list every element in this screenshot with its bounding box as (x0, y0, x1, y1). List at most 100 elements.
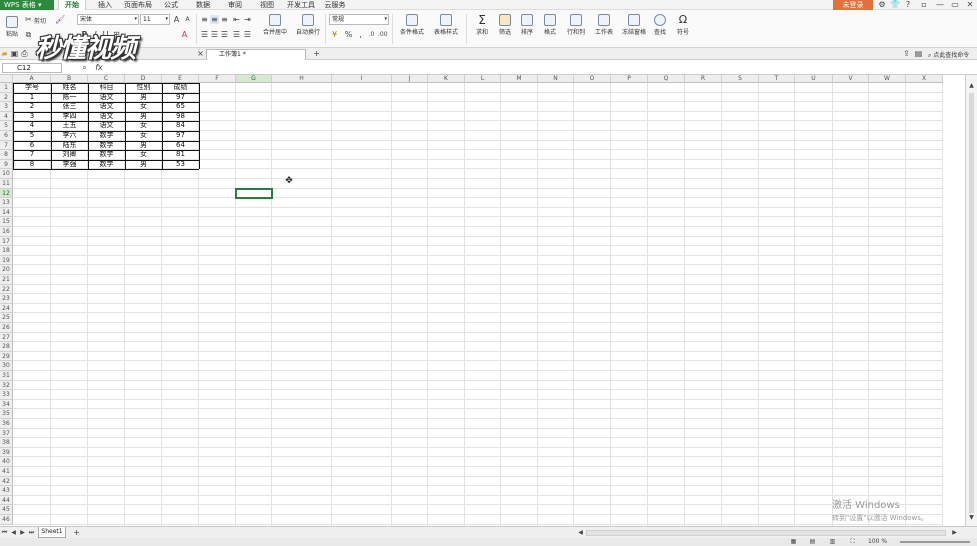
menu-data[interactable]: 数据 (192, 0, 214, 10)
menu-cloud[interactable]: 云服务 (322, 0, 348, 10)
row-header-29[interactable]: 29 (0, 351, 13, 362)
help-icon[interactable]: ? (902, 0, 914, 10)
row-header-1[interactable]: 1 (0, 83, 13, 93)
column-header-d[interactable]: D (125, 75, 162, 83)
row-header-2[interactable]: 2 (0, 92, 13, 103)
row-header-13[interactable]: 13 (0, 198, 13, 208)
share-icon[interactable]: ⇪ (902, 49, 911, 58)
row-header-43[interactable]: 43 (0, 486, 13, 496)
format-button[interactable]: 格式 (540, 14, 560, 36)
row-header-40[interactable]: 40 (0, 457, 13, 467)
table-cell[interactable]: 数学 (88, 141, 125, 151)
table-cell[interactable]: 王五 (51, 121, 88, 131)
increase-decimal-icon[interactable]: .0 (367, 30, 376, 39)
font-name-select[interactable]: 宋体 ▾ (77, 14, 139, 25)
vertical-scrollbar[interactable]: ▲ ▼ (965, 75, 977, 526)
thousands-icon[interactable]: , (356, 30, 365, 39)
column-header-g[interactable]: G (236, 75, 272, 83)
next-sheet-icon[interactable]: ▶ (18, 528, 27, 537)
menu-developer[interactable]: 开发工具 (285, 0, 317, 10)
horizontal-scrollbar[interactable] (586, 530, 946, 536)
table-cell[interactable]: 女 (125, 102, 162, 112)
column-header-f[interactable]: F (199, 75, 236, 83)
align-middle-icon[interactable]: ≡ (210, 15, 219, 24)
column-header-t[interactable]: T (759, 75, 795, 83)
tab-workbook1[interactable]: 工作簿1 * (206, 49, 306, 60)
justify-icon[interactable]: ☰ (232, 30, 241, 39)
row-header-19[interactable]: 19 (0, 255, 13, 266)
row-header-31[interactable]: 31 (0, 371, 13, 381)
spreadsheet-grid[interactable]: A B C D E F G H I J K L M N O P Q R S T U V W X 1 2 3 4 5 6 7 8 9 10 11 12 1… (0, 75, 965, 526)
table-cell[interactable]: 4 (13, 121, 51, 131)
table-style-button[interactable]: 表格样式 (430, 14, 462, 36)
restore-box-icon[interactable]: ▫ (918, 0, 930, 10)
row-header-36[interactable]: 36 (0, 419, 13, 429)
add-sheet-button[interactable]: + (72, 528, 81, 537)
table-cell[interactable]: 男 (125, 112, 162, 122)
table-cell[interactable]: 7 (13, 150, 51, 160)
column-header-a[interactable]: A (13, 75, 51, 83)
row-header-25[interactable]: 25 (0, 313, 13, 323)
column-header-c[interactable]: C (88, 75, 125, 83)
table-header-cell[interactable]: 性别 (125, 83, 162, 93)
menu-page-layout[interactable]: 页面布局 (122, 0, 154, 10)
row-header-17[interactable]: 17 (0, 236, 13, 247)
row-header-35[interactable]: 35 (0, 409, 13, 419)
table-cell[interactable]: 语文 (88, 121, 125, 131)
fullscreen-icon[interactable]: ⛶ (848, 538, 857, 546)
row-header-3[interactable]: 3 (0, 102, 13, 112)
table-cell[interactable]: 数学 (88, 131, 125, 141)
table-cell[interactable]: 女 (125, 131, 162, 141)
row-header-14[interactable]: 14 (0, 207, 13, 218)
align-left-icon[interactable]: ☰ (200, 30, 209, 39)
sheet-tab-sheet1[interactable]: Sheet1 (38, 527, 66, 538)
conditional-format-button[interactable]: 条件格式 (396, 14, 428, 36)
column-header-q[interactable]: Q (648, 75, 685, 83)
column-header-i[interactable]: I (332, 75, 392, 83)
row-header-26[interactable]: 26 (0, 323, 13, 333)
sort-button[interactable]: 排序 (517, 14, 537, 36)
column-header-j[interactable]: J (392, 75, 428, 83)
table-cell[interactable]: 李六 (51, 131, 88, 141)
table-header-cell[interactable]: 科目 (88, 83, 125, 93)
row-header-23[interactable]: 23 (0, 294, 13, 304)
column-header-p[interactable]: P (611, 75, 648, 83)
login-button[interactable]: 未登录 (833, 0, 873, 10)
selected-cell[interactable] (235, 187, 273, 200)
row-header-5[interactable]: 5 (0, 121, 13, 131)
table-cell[interactable]: 李四 (51, 112, 88, 122)
row-header-10[interactable]: 10 (0, 169, 13, 179)
row-header-18[interactable]: 18 (0, 246, 13, 256)
table-cell[interactable]: 97 (162, 131, 199, 141)
first-sheet-icon[interactable]: ⏮ (0, 528, 9, 537)
cut-icon[interactable]: ✂ (24, 15, 33, 24)
table-cell[interactable]: 李强 (51, 160, 88, 170)
normal-view-icon[interactable]: ▦ (789, 538, 798, 546)
row-header-27[interactable]: 27 (0, 332, 13, 343)
column-header-l[interactable]: L (465, 75, 501, 83)
cut-button[interactable]: 剪切 (34, 16, 46, 25)
page-break-view-icon[interactable]: ▥ (828, 538, 837, 546)
column-header-b[interactable]: B (51, 75, 88, 83)
align-center-icon[interactable]: ☰ (210, 30, 219, 39)
close-button[interactable]: ✕ (964, 0, 976, 10)
row-header-12[interactable]: 12 (0, 188, 13, 199)
menu-insert[interactable]: 插入 (94, 0, 116, 10)
table-cell[interactable]: 97 (162, 93, 199, 103)
table-cell[interactable]: 语文 (88, 93, 125, 103)
table-cell[interactable]: 3 (13, 112, 51, 122)
column-header-r[interactable]: R (685, 75, 722, 83)
row-header-24[interactable]: 24 (0, 303, 13, 314)
format-painter-icon[interactable]: 🖌 (55, 15, 65, 24)
table-cell[interactable]: 1 (13, 93, 51, 103)
skin-icon[interactable]: 👕 (889, 0, 901, 10)
sum-button[interactable]: Σ 求和 (472, 14, 492, 36)
table-cell[interactable]: 65 (162, 102, 199, 112)
scroll-left-icon[interactable]: ◀ (576, 528, 585, 537)
table-cell[interactable]: 刘卿 (51, 150, 88, 160)
table-cell[interactable]: 8 (13, 160, 51, 170)
column-header-e[interactable]: E (162, 75, 199, 83)
column-header-k[interactable]: K (428, 75, 465, 83)
row-header-21[interactable]: 21 (0, 275, 13, 285)
table-cell[interactable]: 语文 (88, 102, 125, 112)
